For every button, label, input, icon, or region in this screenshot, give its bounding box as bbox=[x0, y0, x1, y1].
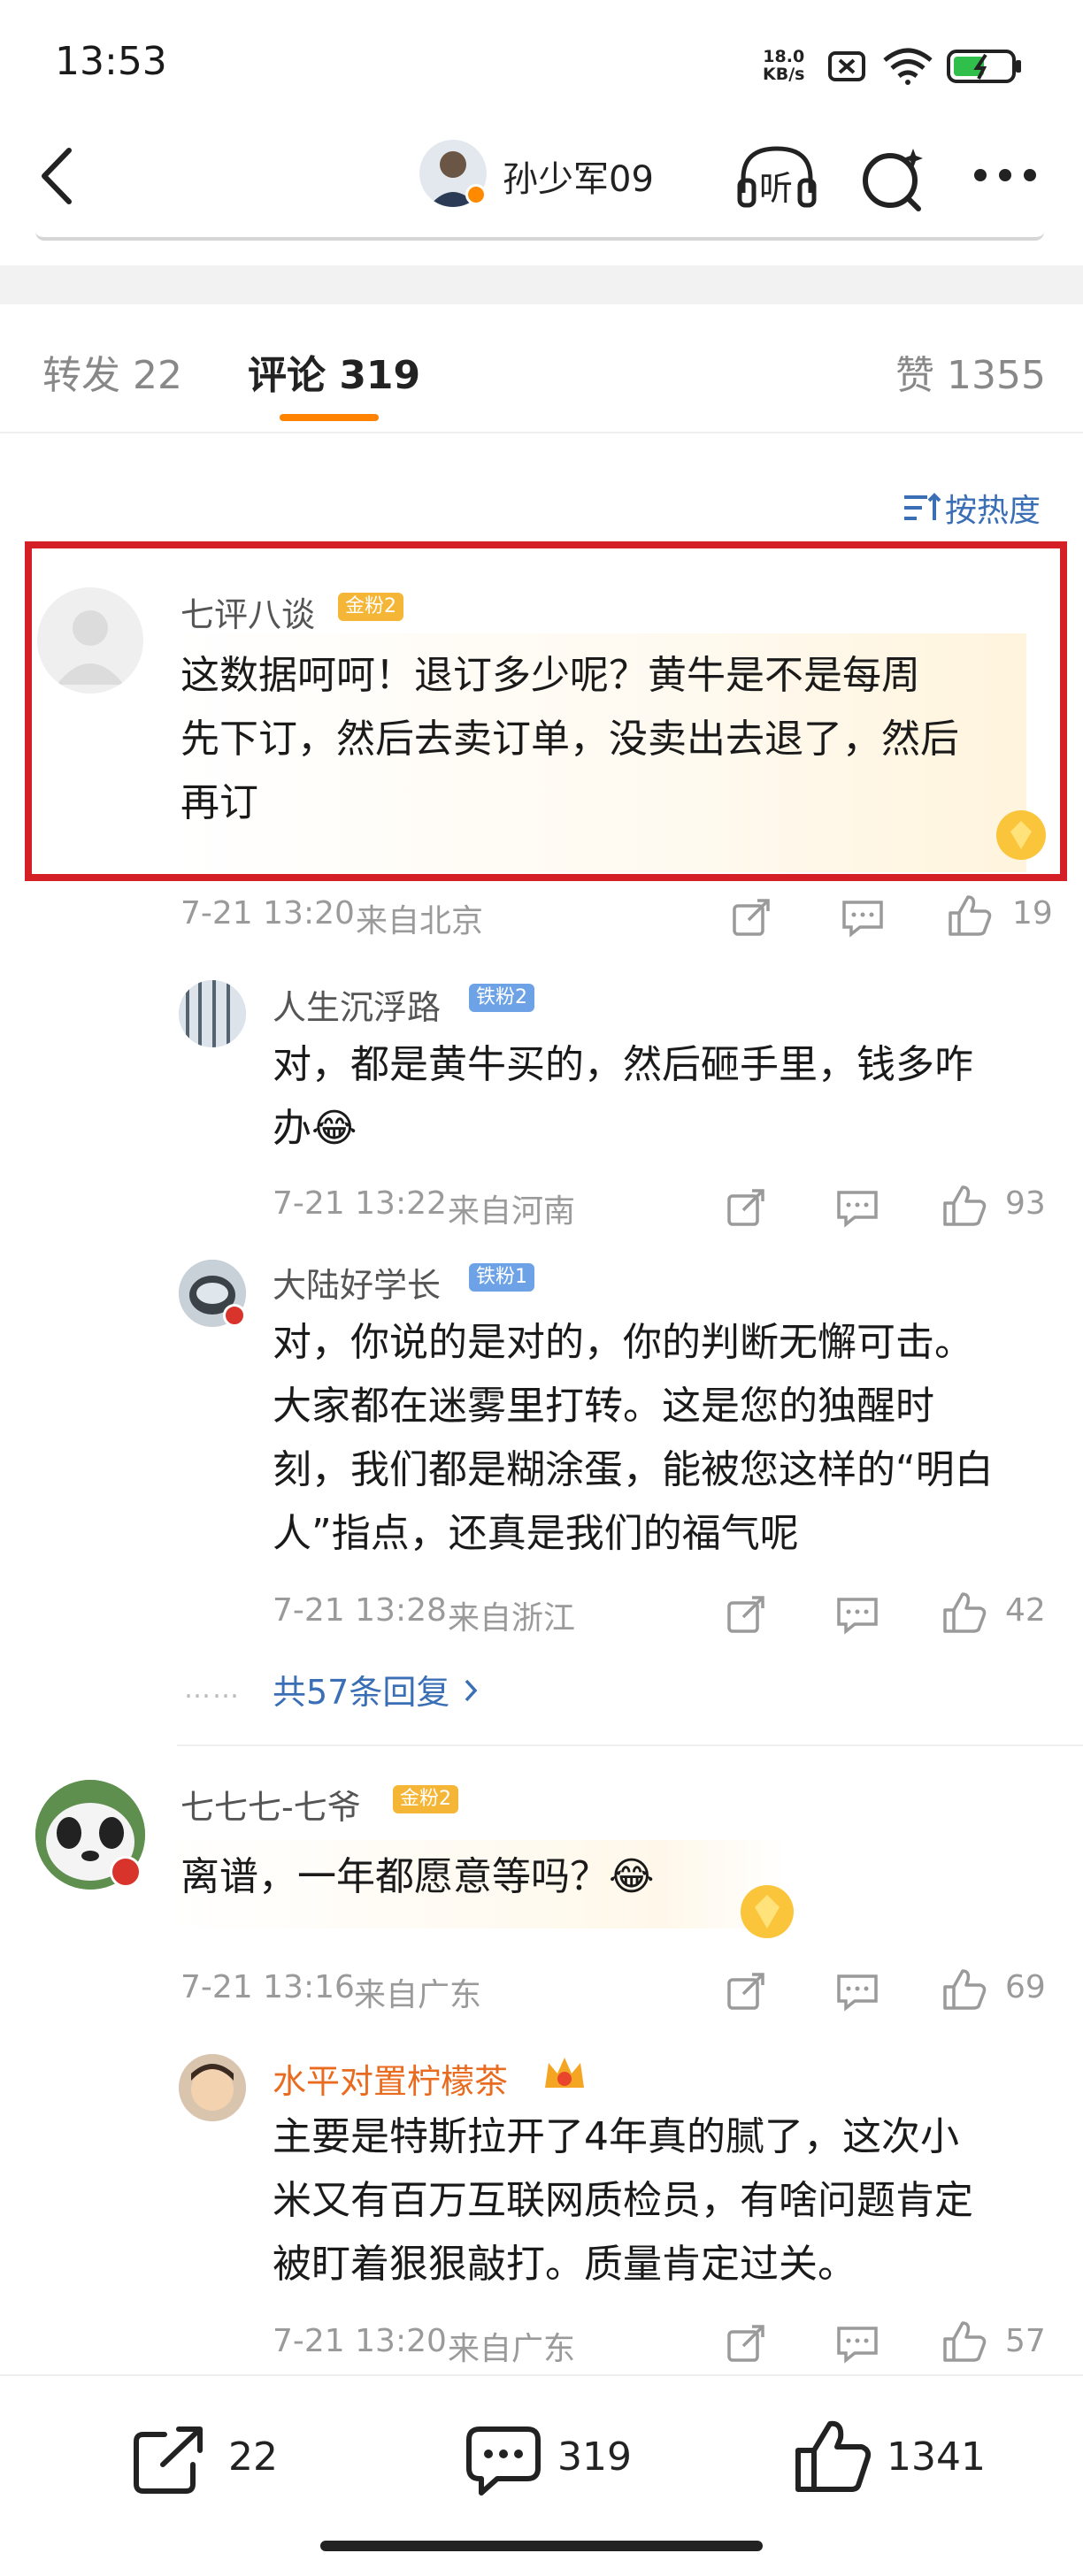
share-icon[interactable] bbox=[726, 2323, 766, 2364]
home-indicator[interactable] bbox=[320, 2541, 763, 2551]
comment-author-name[interactable]: 七评八谈 bbox=[180, 587, 315, 636]
gold-medal-icon bbox=[996, 810, 1046, 860]
wifi-icon bbox=[883, 48, 933, 85]
crown-icon bbox=[545, 2058, 584, 2088]
repost-button[interactable]: 22 bbox=[133, 2419, 292, 2498]
comment-divider bbox=[177, 1744, 1083, 1746]
back-arrow-icon[interactable] bbox=[35, 145, 76, 207]
like-icon[interactable] bbox=[941, 1184, 987, 1228]
fan-badge: 铁粉2 bbox=[469, 984, 534, 1012]
tab-comments[interactable]: 评论 319 bbox=[248, 343, 420, 400]
reply-text: 主要是特斯拉开了4年真的腻了，这次小 米又有百万互联网质检员，有啥问题肯定 被盯… bbox=[273, 2114, 973, 2287]
reply-avatar[interactable] bbox=[179, 980, 246, 1047]
net-speed-unit: KB/s bbox=[763, 65, 805, 84]
comment-text: 这数据呵呵！退订多少呢？黄牛是不是每周 先下订，然后去卖订单，没卖出去退了，然后… bbox=[180, 653, 959, 825]
avatar-default[interactable] bbox=[37, 587, 143, 694]
comment-icon[interactable] bbox=[841, 899, 885, 938]
reply-text: 对，都是黄牛买的，然后砸手里，钱多咋 办😂 bbox=[273, 1042, 973, 1151]
reply-avatar[interactable] bbox=[179, 2054, 246, 2121]
post-card-edge bbox=[35, 232, 1044, 241]
comment-text: 离谱，一年都愿意等吗？😂 bbox=[180, 1854, 655, 1899]
comment-time: 7-21 13:20 bbox=[180, 895, 355, 932]
tab-likes[interactable]: 赞 1355 bbox=[895, 343, 1046, 400]
verified-badge-icon bbox=[465, 184, 487, 205]
reply-location: 来自河南 bbox=[448, 1193, 576, 1230]
net-speed: 18.0 KB/s bbox=[763, 48, 804, 83]
repost-icon bbox=[134, 2426, 203, 2494]
gold-medal-icon bbox=[741, 1885, 794, 1938]
repost-count: 22 bbox=[228, 2434, 278, 2480]
sort-label: 按热度 bbox=[945, 493, 1041, 529]
like-icon[interactable] bbox=[947, 893, 993, 938]
search-icon[interactable] bbox=[855, 143, 927, 214]
sort-button[interactable]: 按热度 bbox=[902, 485, 1053, 529]
reply-time: 7-21 13:22 bbox=[273, 1185, 447, 1222]
share-icon[interactable] bbox=[726, 1187, 766, 1228]
region-badge-icon bbox=[223, 1304, 246, 1327]
net-speed-value: 18.0 bbox=[763, 47, 805, 66]
top-nav-bar: 孙少军09 听 bbox=[0, 133, 1083, 230]
battery-icon bbox=[947, 50, 1021, 83]
share-icon[interactable] bbox=[726, 1594, 766, 1635]
fan-badge: 铁粉1 bbox=[469, 1263, 534, 1292]
like-icon[interactable] bbox=[941, 1591, 987, 1635]
reply-text: 对，你说的是对的，你的判断无懈可击。 大家都在迷雾里打转。这是您的独醒时 刻，我… bbox=[273, 1320, 994, 1556]
tab-repost[interactable]: 转发 22 bbox=[42, 343, 182, 400]
reply-location: 来自浙江 bbox=[448, 1600, 576, 1637]
chevron-right-icon bbox=[465, 1679, 478, 1702]
section-divider bbox=[0, 265, 1083, 304]
like-total-count: 1341 bbox=[887, 2434, 986, 2480]
like-icon[interactable] bbox=[941, 2319, 987, 2364]
active-tab-indicator bbox=[280, 414, 379, 421]
reply-location: 来自广东 bbox=[448, 2331, 576, 2367]
listen-label: 听 bbox=[759, 169, 794, 208]
comment-button[interactable]: 319 bbox=[465, 2419, 642, 2498]
like-count: 42 bbox=[1005, 1592, 1046, 1629]
comment-bubble-icon bbox=[466, 2426, 541, 2496]
reply-time: 7-21 13:28 bbox=[273, 1592, 447, 1629]
comment-icon[interactable] bbox=[835, 1596, 879, 1635]
like-icon[interactable] bbox=[941, 1967, 987, 2012]
more-replies-label: 共57条回复 bbox=[273, 1673, 450, 1712]
sort-icon bbox=[904, 493, 941, 520]
thumbs-up-icon bbox=[795, 2420, 872, 2492]
like-button[interactable]: 1341 bbox=[795, 2415, 989, 2500]
more-replies-link[interactable]: 共57条回复 bbox=[273, 1665, 538, 1712]
comment-count: 319 bbox=[557, 2434, 632, 2480]
listen-button[interactable]: 听 bbox=[736, 142, 818, 212]
more-options-icon[interactable] bbox=[972, 166, 1039, 184]
comment-icon[interactable] bbox=[835, 1973, 879, 2012]
comment-time: 7-21 13:16 bbox=[180, 1969, 355, 2005]
like-count: 69 bbox=[1005, 1969, 1046, 2005]
fan-badge: 金粉2 bbox=[338, 593, 403, 621]
fan-badge: 金粉2 bbox=[393, 1785, 458, 1813]
comment-icon[interactable] bbox=[835, 1189, 879, 1228]
reply-author-name[interactable]: 水平对置柠檬茶 bbox=[273, 2054, 508, 2103]
comment-location: 来自广东 bbox=[354, 1977, 482, 2013]
more-dots: …… bbox=[184, 1674, 241, 1705]
like-count: 57 bbox=[1005, 2323, 1046, 2359]
reply-author-name[interactable]: 人生沉浮路 bbox=[273, 980, 441, 1029]
share-icon[interactable] bbox=[726, 1971, 766, 2012]
reply-time: 7-21 13:20 bbox=[273, 2323, 447, 2359]
sim-disabled-icon bbox=[828, 51, 865, 81]
comment-author-name[interactable]: 七七七-七爷 bbox=[180, 1780, 361, 1828]
status-time: 13:53 bbox=[55, 39, 167, 84]
share-icon[interactable] bbox=[731, 897, 772, 938]
region-badge-icon bbox=[110, 1856, 142, 1888]
like-count: 19 bbox=[1012, 895, 1053, 932]
comment-location: 来自北京 bbox=[356, 903, 484, 939]
author-name[interactable]: 孙少军09 bbox=[503, 150, 654, 202]
like-count: 93 bbox=[1005, 1185, 1046, 1222]
comment-icon[interactable] bbox=[835, 2325, 879, 2364]
status-bar: 13:53 18.0 KB/s bbox=[0, 0, 1083, 133]
tab-bar: 转发 22 评论 319 赞 1355 bbox=[0, 304, 1083, 433]
reply-author-name[interactable]: 大陆好学长 bbox=[273, 1258, 441, 1307]
